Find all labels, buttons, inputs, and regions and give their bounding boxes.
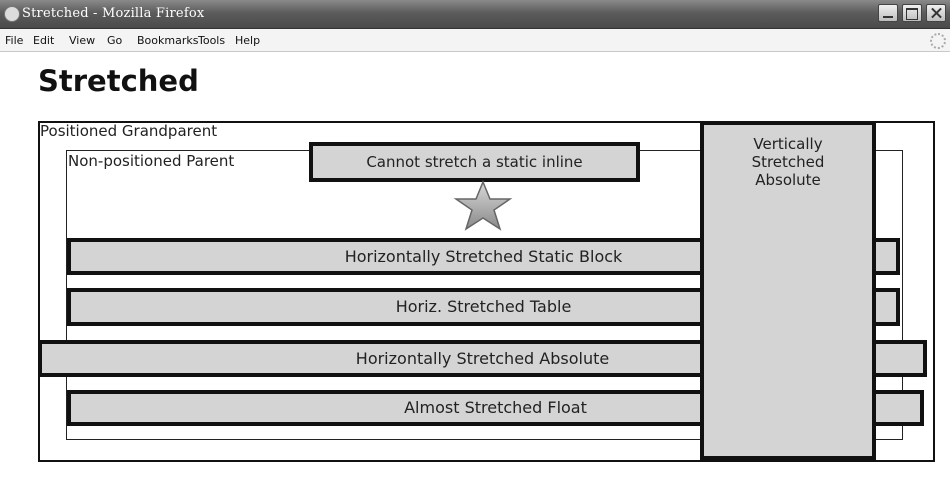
vertical-label-line-2: Stretched [751, 153, 825, 171]
star-icon [453, 180, 513, 231]
window-title: Stretched - Mozilla Firefox [22, 6, 205, 21]
firefox-icon [4, 6, 20, 22]
page-title: Stretched [38, 64, 199, 98]
menu-view[interactable]: View [69, 34, 95, 47]
close-icon[interactable] [926, 4, 946, 22]
parent-label: Non-positioned Parent [68, 152, 235, 170]
menu-bookmarks[interactable]: Bookmarks [137, 34, 198, 47]
menu-go[interactable]: Go [107, 34, 122, 47]
menu-file[interactable]: File [5, 34, 23, 47]
vertical-label-line-1: Vertically [753, 135, 823, 153]
throbber-icon [930, 33, 946, 49]
window-titlebar: Stretched - Mozilla Firefox [0, 0, 950, 29]
static-inline-box: Cannot stretch a static inline [309, 142, 640, 182]
vertically-stretched-absolute: Vertically Stretched Absolute [700, 121, 876, 460]
grandparent-label: Positioned Grandparent [40, 122, 218, 140]
menu-edit[interactable]: Edit [33, 34, 54, 47]
menu-tools[interactable]: Tools [198, 34, 225, 47]
maximize-icon[interactable] [902, 4, 922, 22]
minimize-icon[interactable] [878, 4, 898, 22]
vertical-label-line-3: Absolute [755, 171, 821, 189]
menu-help[interactable]: Help [235, 34, 260, 47]
menu-bar: File Edit View Go Bookmarks Tools Help [0, 29, 950, 52]
